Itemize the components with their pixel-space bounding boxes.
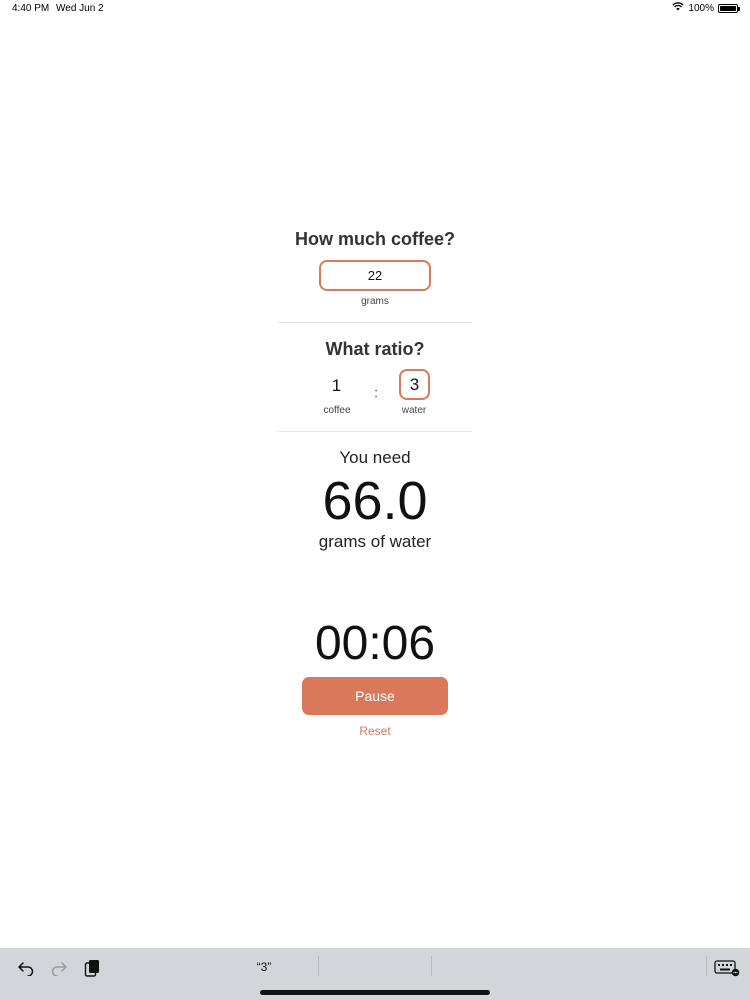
grams-label: grams xyxy=(361,296,389,307)
status-date: Wed Jun 2 xyxy=(56,3,104,14)
coffee-grams-input[interactable] xyxy=(319,260,431,291)
ratio-coffee-label: coffee xyxy=(323,405,351,416)
paste-icon[interactable] xyxy=(82,958,102,978)
ratio-heading: What ratio? xyxy=(325,339,425,359)
result-intro: You need xyxy=(339,448,411,467)
water-amount: 66.0 xyxy=(322,471,428,531)
ratio-coffee-input[interactable] xyxy=(320,372,353,400)
suggestion-separator xyxy=(318,956,319,976)
keyboard-suggestion[interactable]: “3” xyxy=(236,960,292,974)
pause-button[interactable]: Pause xyxy=(302,677,448,715)
battery-level xyxy=(720,5,736,11)
timer-display: 00:06 xyxy=(314,617,436,670)
section-divider xyxy=(277,322,472,323)
coffee-amount-heading: How much coffee? xyxy=(294,229,455,249)
ratio-water-input[interactable] xyxy=(399,369,430,400)
reset-button[interactable]: Reset xyxy=(0,724,750,738)
ratio-water-label: water xyxy=(401,405,427,416)
section-divider xyxy=(277,431,472,432)
water-unit: grams of water xyxy=(318,532,432,551)
suggestion-separator xyxy=(706,956,707,976)
status-indicators: 100% xyxy=(672,2,740,14)
battery-percent: 100% xyxy=(688,2,714,14)
redo-icon[interactable] xyxy=(49,958,69,978)
keyboard-icon[interactable] xyxy=(714,958,740,978)
wifi-icon xyxy=(672,2,685,14)
suggestion-separator xyxy=(431,956,432,976)
battery-icon xyxy=(718,3,740,13)
ratio-separator: : xyxy=(374,385,378,400)
undo-icon[interactable] xyxy=(16,958,36,978)
status-time: 4:40 PM xyxy=(12,3,50,14)
home-indicator xyxy=(260,990,490,995)
